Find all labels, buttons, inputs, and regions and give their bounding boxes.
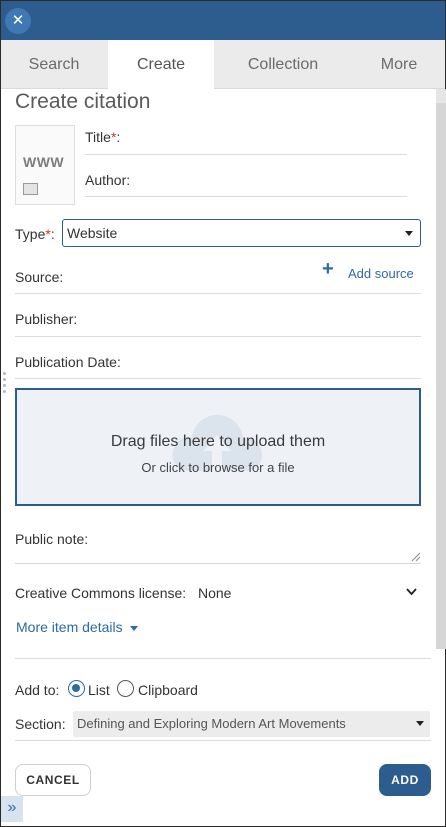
resource-thumbnail[interactable]: WWW (15, 125, 75, 205)
page-title: Create citation (15, 90, 151, 113)
type-label: Type*: (15, 226, 55, 242)
type-label-colon: : (50, 226, 55, 242)
title-label-text: Title (85, 129, 111, 145)
cancel-button[interactable]: CANCEL (15, 764, 91, 796)
public-note-textarea[interactable] (15, 563, 421, 564)
chevron-down-icon (416, 721, 424, 726)
author-label: Author: (85, 172, 131, 188)
author-field-line[interactable] (85, 196, 407, 197)
add-source-label: Add source (348, 266, 414, 281)
divider (15, 740, 431, 741)
create-citation-form: Create citation WWW Title*: Author: Type… (0, 89, 436, 827)
add-button[interactable]: ADD (379, 764, 431, 796)
public-note-label: Public note: (15, 531, 89, 547)
expand-panel-icon[interactable]: » (1, 796, 23, 822)
dropzone-subtitle: Or click to browse for a file (141, 460, 295, 475)
section-select[interactable]: Defining and Exploring Modern Art Moveme… (73, 711, 430, 737)
tab-create[interactable]: Create (108, 40, 214, 90)
tab-collection[interactable]: Collection (215, 40, 351, 89)
title-label: Title*: (85, 129, 120, 145)
resize-grip-icon[interactable] (411, 552, 421, 562)
dropzone-title: Drag files here to upload them (110, 433, 326, 450)
tab-bar: Search Create Collection More (1, 40, 445, 90)
cc-license-value[interactable]: None (198, 585, 231, 601)
publisher-field-line[interactable] (15, 336, 421, 337)
radio-list-label[interactable]: List (88, 682, 110, 698)
caret-down-icon (130, 626, 138, 631)
scrollbar[interactable] (436, 89, 446, 649)
thumbnail-text: WWW (23, 154, 65, 170)
divider (15, 658, 431, 659)
section-label: Section: (15, 716, 66, 732)
radio-list[interactable] (68, 680, 85, 697)
publication-date-field-line[interactable] (15, 378, 421, 379)
radio-clipboard[interactable] (117, 680, 134, 697)
plus-icon: + (322, 258, 334, 280)
top-bar: ✕ (1, 1, 445, 40)
publisher-label: Publisher: (15, 311, 78, 327)
close-icon[interactable]: ✕ (5, 8, 31, 34)
cc-license-label: Creative Commons license: (15, 585, 187, 601)
drag-handle[interactable] (3, 372, 9, 396)
scrollbar-track (436, 89, 446, 103)
type-label-text: Type (15, 226, 46, 242)
title-field-line[interactable] (85, 154, 407, 155)
tab-more[interactable]: More (353, 40, 445, 89)
section-select-value: Defining and Exploring Modern Art Moveme… (77, 716, 346, 731)
type-select-value: Website (67, 225, 118, 241)
more-item-details-link[interactable]: More item details (16, 619, 123, 635)
add-to-label: Add to: (15, 682, 60, 698)
divider (15, 293, 421, 294)
chevron-down-icon[interactable] (406, 587, 417, 596)
file-dropzone[interactable]: Drag files here to upload them Or click … (15, 388, 421, 506)
source-label: Source: (15, 269, 64, 285)
image-icon (23, 183, 38, 195)
tab-search[interactable]: Search (1, 40, 107, 89)
publication-date-label: Publication Date: (15, 354, 121, 370)
title-label-colon: : (116, 129, 121, 145)
chevron-down-icon (405, 231, 413, 236)
radio-clipboard-label[interactable]: Clipboard (138, 682, 198, 698)
type-select[interactable]: Website (62, 219, 421, 247)
